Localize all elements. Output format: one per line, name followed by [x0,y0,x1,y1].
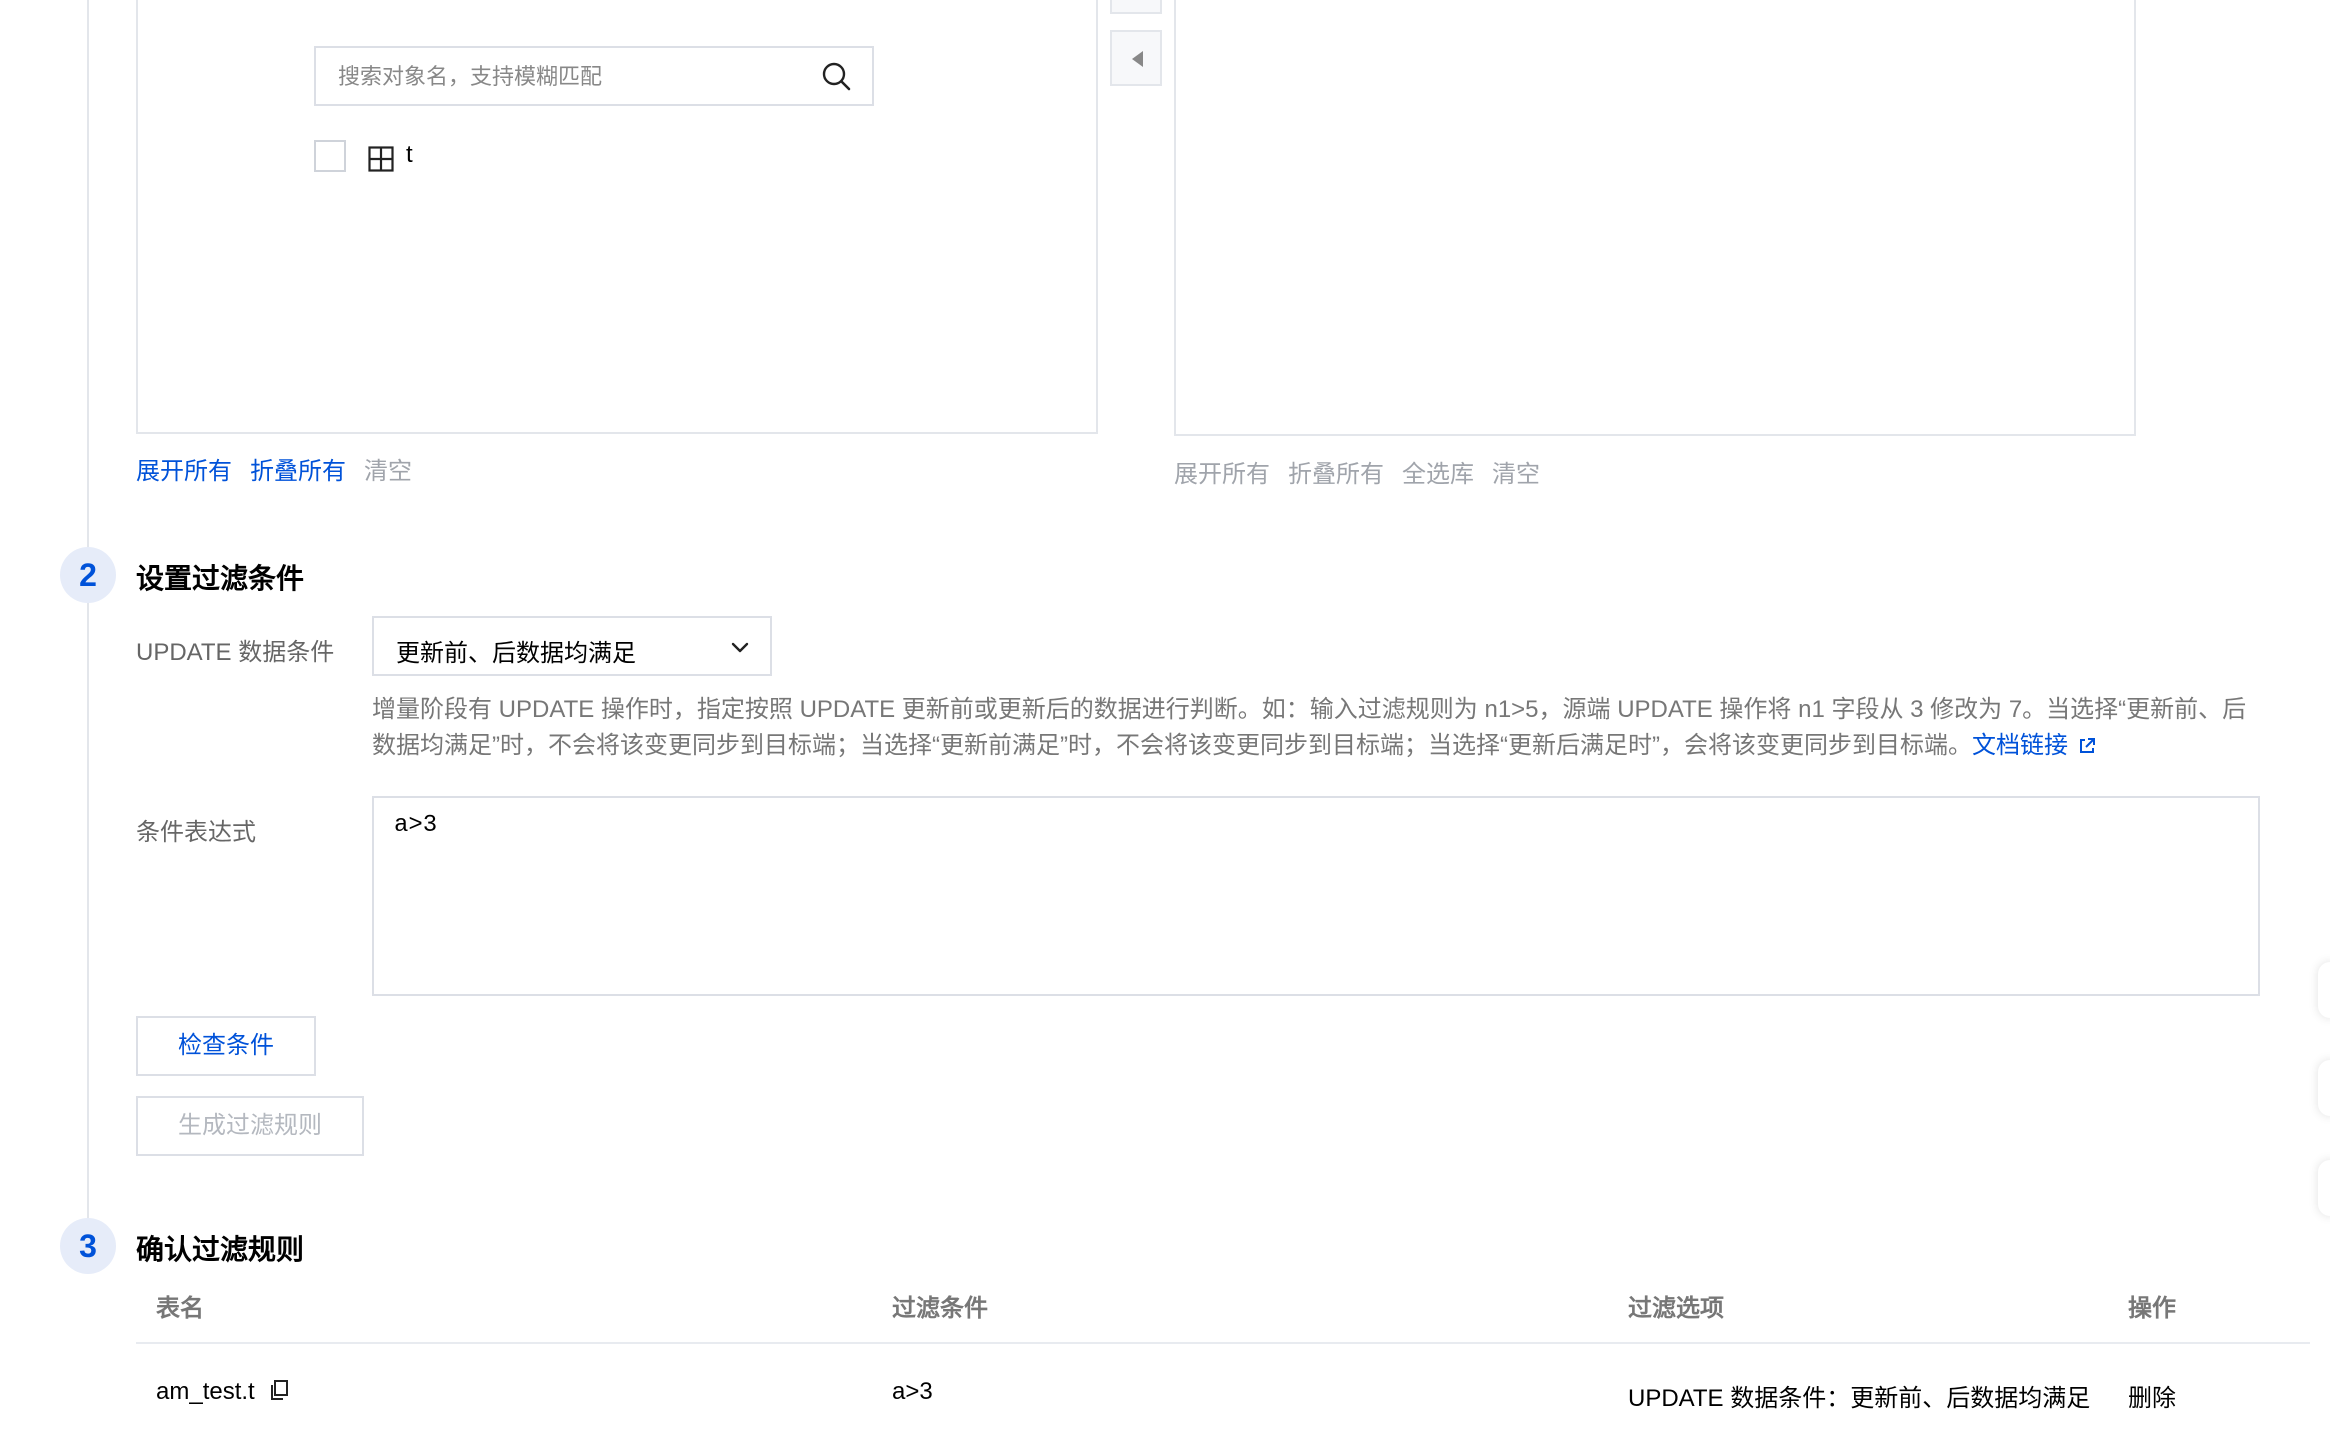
column-header-condition: 过滤条件 [892,1295,988,1322]
expand-all-link[interactable]: 展开所有 [136,458,232,485]
clear-link[interactable]: 清空 [364,458,412,485]
collapse-all-link[interactable]: 折叠所有 [250,458,346,485]
target-panel-actions: 展开所有 折叠所有 全选库 清空 [1174,454,1558,489]
table-row-option: UPDATE 数据条件：更新前、后数据均满足 [1628,1385,2091,1412]
floating-widget[interactable] [2318,1160,2330,1216]
target-clear-link[interactable]: 清空 [1492,461,1540,488]
generate-filter-rule-button[interactable]: 生成过滤规则 [136,1096,364,1156]
table-header-divider [136,1342,2310,1344]
chevron-down-icon [731,642,749,653]
step-2-title: 设置过滤条件 [136,563,305,594]
tables-group-header [272,0,312,4]
target-collapse-all-link[interactable]: 折叠所有 [1288,461,1384,488]
update-condition-select[interactable]: 更新前、后数据均满足 [372,616,772,676]
check-condition-button[interactable]: 检查条件 [136,1016,316,1076]
update-condition-help: 增量阶段有 UPDATE 操作时，指定按照 UPDATE 更新前或更新后的数据进… [372,692,2252,764]
step-2-number: 2 [60,547,116,603]
condition-expression-label: 条件表达式 [136,819,256,846]
copy-icon[interactable] [269,1379,289,1401]
target-object-panel [1174,0,2136,436]
condition-expression-input[interactable]: a>3 [372,796,2260,996]
table-item-label[interactable]: t [406,141,413,169]
object-search-box[interactable] [314,46,874,106]
delete-rule-link[interactable]: 删除 [2128,1378,2176,1413]
step-3-title: 确认过滤规则 [136,1234,305,1265]
table-grid-icon [368,146,394,172]
target-expand-all-link[interactable]: 展开所有 [1174,461,1270,488]
column-header-table: 表名 [156,1295,204,1322]
update-condition-label: UPDATE 数据条件 [136,639,335,666]
doc-link[interactable]: 文档链接 [1972,732,2068,759]
table-name-text: am_test.t [156,1378,255,1405]
object-search-input[interactable] [336,48,820,106]
step-3-number: 3 [60,1218,116,1274]
source-panel-actions: 展开所有 折叠所有 清空 [136,451,430,486]
external-link-icon[interactable] [2078,737,2096,755]
table-row-name: am_test.t [156,1378,289,1406]
table-row-condition: a>3 [892,1378,933,1405]
search-icon[interactable] [820,60,852,92]
update-condition-value: 更新前、后数据均满足 [396,640,636,667]
floating-widget[interactable] [2318,962,2330,1018]
step-connector-line [87,0,89,1225]
column-header-action: 操作 [2128,1295,2176,1322]
arrow-left-icon [1132,51,1143,67]
move-right-button[interactable] [1110,0,1162,14]
help-text-body: 增量阶段有 UPDATE 操作时，指定按照 UPDATE 更新前或更新后的数据进… [372,696,2247,759]
target-select-all-db-link[interactable]: 全选库 [1402,461,1474,488]
column-header-option: 过滤选项 [1628,1295,1724,1322]
move-left-button[interactable] [1110,30,1162,86]
table-item-checkbox[interactable] [314,140,346,172]
floating-widget[interactable] [2318,1060,2330,1116]
